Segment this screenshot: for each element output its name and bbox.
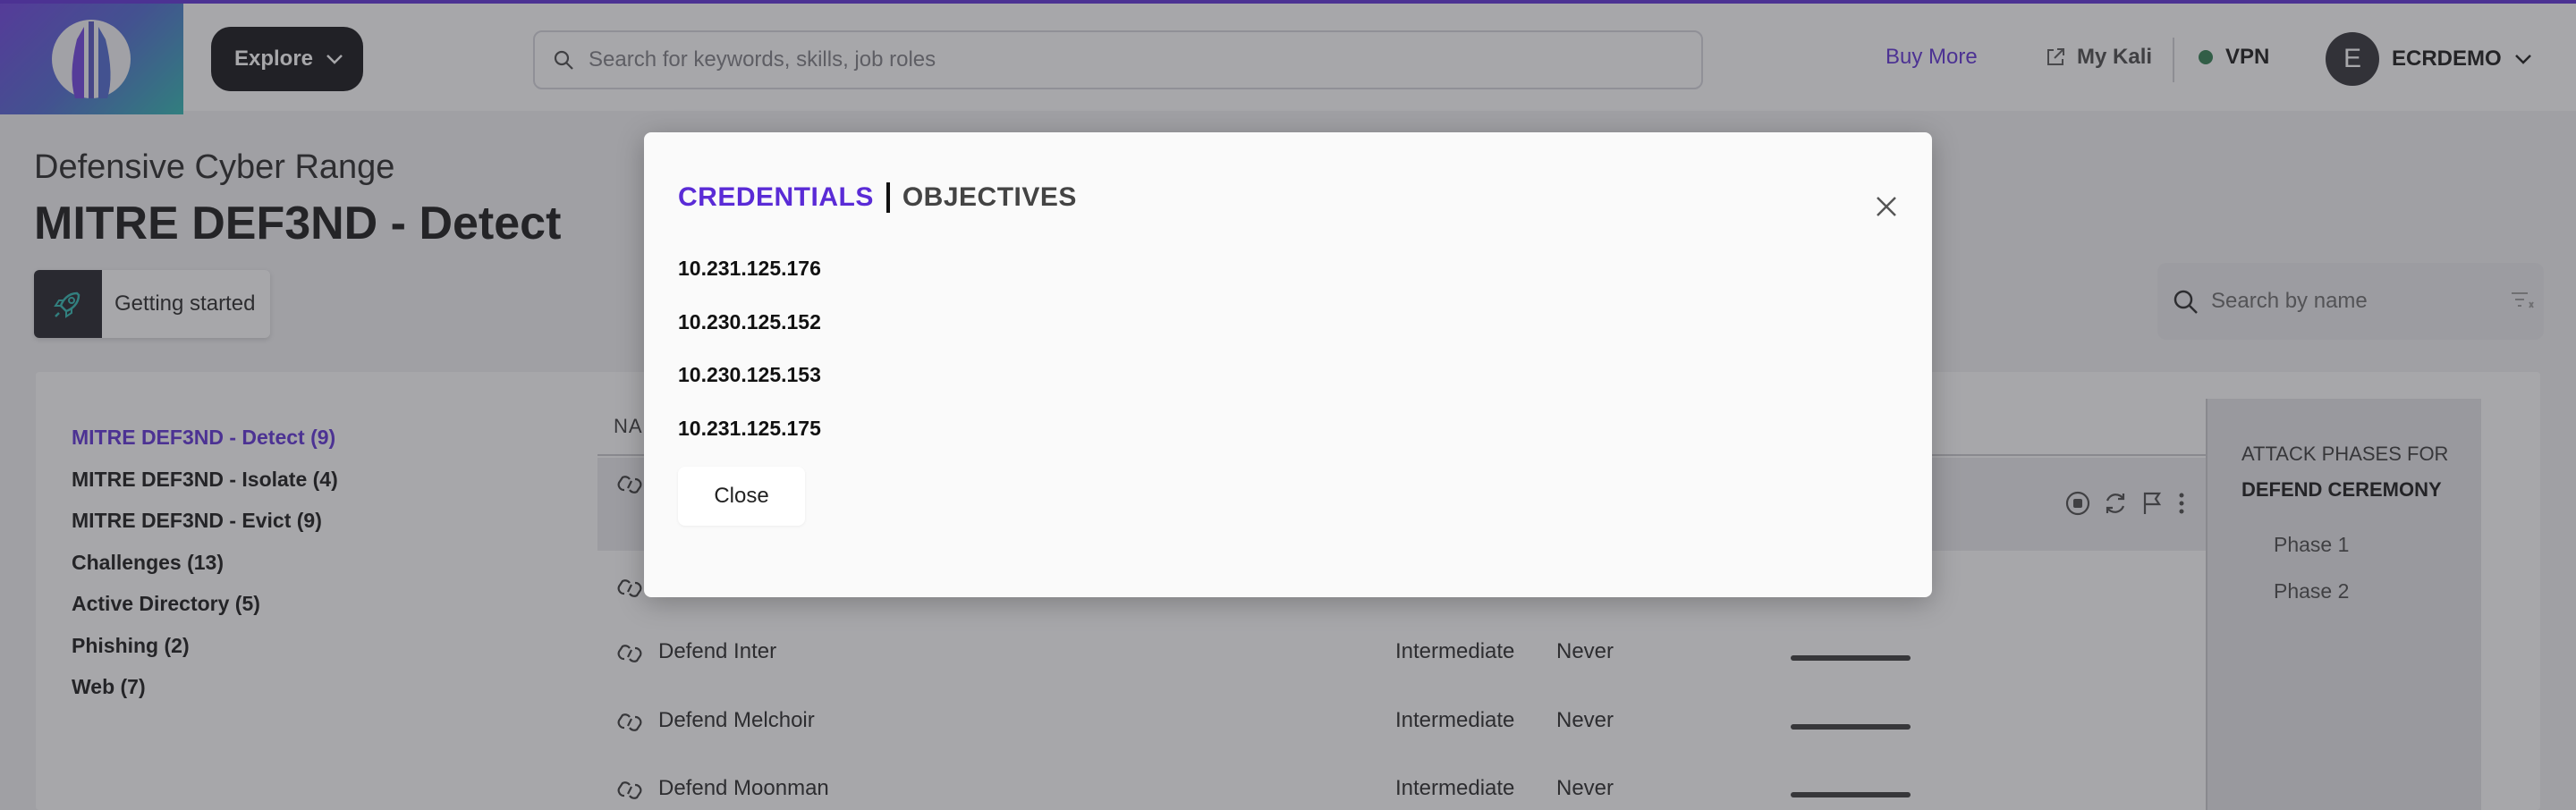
close-button[interactable]: Close (678, 467, 805, 526)
modal-tabs: CREDENTIALS OBJECTIVES (678, 182, 1077, 213)
credential-ip: 10.230.125.152 (678, 309, 821, 333)
close-icon[interactable] (1873, 193, 1900, 220)
credential-ip: 10.230.125.153 (678, 363, 821, 386)
credential-ip: 10.231.125.175 (678, 416, 821, 440)
tab-objectives[interactable]: OBJECTIVES (902, 182, 1077, 213)
tab-credentials[interactable]: CREDENTIALS (678, 182, 874, 213)
credential-list: 10.231.125.176 10.230.125.152 10.230.125… (678, 256, 821, 468)
credential-ip: 10.231.125.176 (678, 257, 821, 280)
credentials-modal: CREDENTIALS OBJECTIVES 10.231.125.176 10… (644, 132, 1932, 597)
tab-divider (886, 182, 890, 213)
